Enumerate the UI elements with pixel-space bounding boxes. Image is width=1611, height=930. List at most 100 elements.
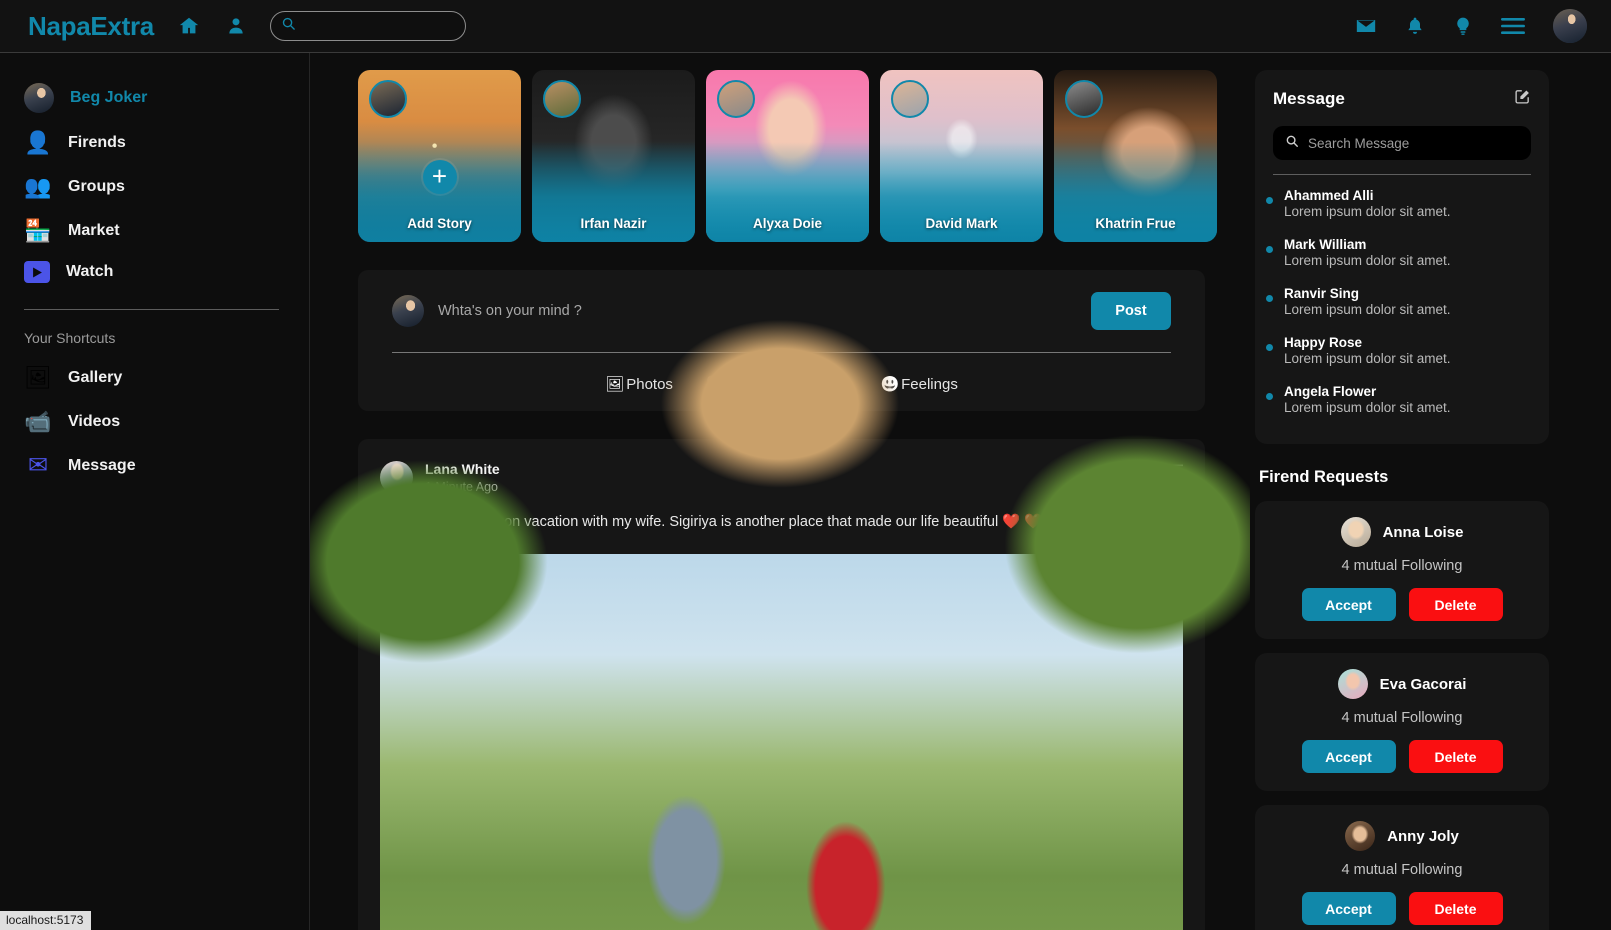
conversation-text: Mark William Lorem ipsum dolor sit amet. — [1284, 237, 1451, 268]
delete-button[interactable]: Delete — [1408, 892, 1503, 925]
sidebar-item-firends[interactable]: 👤 Firends — [0, 121, 309, 165]
sidebar-item-message[interactable]: ✉ Message — [0, 444, 309, 488]
conversation-item[interactable]: Ahammed Alli Lorem ipsum dolor sit amet. — [1265, 179, 1531, 228]
search-input[interactable] — [302, 19, 455, 33]
avatar — [1065, 80, 1103, 118]
conversation-item[interactable]: Mark William Lorem ipsum dolor sit amet. — [1265, 228, 1531, 277]
accept-button[interactable]: Accept — [1301, 588, 1396, 621]
main-feed: + Add Story Irfan Nazir Alyxa Doie David… — [310, 53, 1250, 930]
online-status-dot — [1265, 293, 1274, 303]
sidebar-item-market[interactable]: 🏪 Market — [0, 209, 309, 253]
right-panel: Message Ahammed Alli — [1250, 53, 1611, 930]
sidebar-item-groups[interactable]: 👥 Groups — [0, 165, 309, 209]
message-search[interactable] — [1273, 126, 1531, 160]
mail-icon[interactable] — [1355, 15, 1377, 37]
message-icon: ✉ — [27, 452, 49, 479]
friend-request-mutual: 4 mutual Following — [1341, 558, 1463, 574]
conversation-preview: Lorem ipsum dolor sit amet. — [1284, 400, 1451, 415]
avatar[interactable] — [1337, 669, 1368, 699]
conversation-preview: Lorem ipsum dolor sit amet. — [1284, 351, 1451, 366]
sidebar-item-label: Market — [68, 222, 120, 239]
message-panel-header: Message — [1273, 88, 1531, 110]
sidebar-item-gallery[interactable]: 🖼 Gallery — [0, 356, 309, 400]
accept-button[interactable]: Accept — [1301, 740, 1396, 773]
videos-icon: 📹 — [24, 409, 52, 434]
sidebar-item-label: Watch — [66, 263, 114, 280]
bell-icon[interactable] — [1405, 15, 1425, 37]
avatar[interactable] — [1345, 821, 1376, 851]
friend-request-name: Eva Gacorai — [1379, 675, 1467, 693]
friend-request-actions: Accept Delete — [1271, 740, 1533, 773]
delete-button[interactable]: Delete — [1408, 740, 1503, 773]
add-story-plus-icon[interactable]: + — [422, 160, 457, 194]
home-icon[interactable] — [178, 15, 200, 37]
conversation-text: Ranvir Sing Lorem ipsum dolor sit amet. — [1284, 286, 1451, 317]
profile-icon[interactable] — [226, 16, 246, 36]
conversation-item[interactable]: Happy Rose Lorem ipsum dolor sit amet. — [1265, 326, 1531, 375]
avatar — [369, 80, 407, 118]
shortcuts-heading: Your Shortcuts — [24, 330, 116, 346]
sidebar-item-profile[interactable]: Beg Joker — [0, 75, 309, 121]
delete-button[interactable]: Delete — [1408, 588, 1503, 621]
conversation-text: Ahammed Alli Lorem ipsum dolor sit amet. — [1284, 188, 1451, 219]
story-label: David Mark — [925, 216, 998, 231]
groups-icon: 👥 — [24, 174, 52, 199]
menu-icon[interactable] — [1501, 17, 1525, 35]
message-search-input[interactable] — [1308, 135, 1519, 151]
friend-request-header: Eva Gacorai — [1271, 669, 1533, 699]
conversation-name: Angela Flower — [1284, 384, 1377, 399]
search-icon — [1285, 134, 1299, 153]
conversation-item[interactable]: Angela Flower Lorem ipsum dolor sit amet… — [1265, 375, 1531, 424]
sidebar-item-label: Gallery — [68, 369, 123, 386]
story-label: Alyxa Doie — [752, 216, 823, 231]
story-label: Add Story — [407, 216, 472, 231]
friend-request-mutual: 4 mutual Following — [1341, 862, 1463, 878]
conversation-item[interactable]: Ranvir Sing Lorem ipsum dolor sit amet. — [1265, 277, 1531, 326]
conversation-preview: Lorem ipsum dolor sit amet. — [1284, 253, 1451, 268]
gallery-icon: 🖼 — [24, 365, 52, 390]
friend-request-mutual: 4 mutual Following — [1341, 710, 1463, 726]
avatar — [717, 80, 755, 118]
online-status-dot — [1265, 244, 1274, 254]
global-search[interactable] — [269, 11, 466, 41]
avatar[interactable] — [1340, 517, 1371, 547]
story-label: Khatrin Frue — [1095, 216, 1176, 231]
feed-post: Lana White 1 Minute Ago Came to Sri Lank… — [310, 53, 1250, 930]
conversation-preview: Lorem ipsum dolor sit amet. — [1284, 204, 1451, 219]
post-image[interactable] — [310, 53, 1250, 930]
avatar — [24, 83, 54, 113]
online-status-dot — [1265, 195, 1274, 205]
sidebar-item-label: Groups — [68, 178, 125, 195]
friend-request-header: Anna Loise — [1271, 517, 1533, 547]
sidebar-item-videos[interactable]: 📹 Videos — [0, 400, 309, 444]
market-icon: 🏪 — [24, 218, 52, 243]
search-icon — [281, 16, 296, 36]
sidebar-item-watch[interactable]: Watch — [0, 253, 309, 291]
conversation-text: Happy Rose Lorem ipsum dolor sit amet. — [1284, 335, 1451, 366]
conversation-preview: Lorem ipsum dolor sit amet. — [1284, 302, 1451, 317]
sidebar-profile-name: Beg Joker — [70, 89, 148, 106]
message-divider — [1273, 174, 1531, 175]
compose-icon[interactable] — [1514, 88, 1531, 110]
conversation-text: Angela Flower Lorem ipsum dolor sit amet… — [1284, 384, 1451, 415]
online-status-dot — [1265, 391, 1274, 401]
conversation-name: Ahammed Alli — [1284, 188, 1374, 203]
sidebar-item-label: Message — [68, 457, 136, 474]
bulb-icon[interactable] — [1453, 15, 1473, 37]
left-sidebar: Beg Joker 👤 Firends 👥 Groups 🏪 Market Wa… — [0, 53, 310, 930]
friend-request-actions: Accept Delete — [1271, 892, 1533, 925]
friend-request-name: Anny Joly — [1387, 827, 1459, 845]
top-header: NapaExtra — [0, 0, 1611, 53]
friend-request-card: Eva Gacorai 4 mutual Following Accept De… — [1255, 653, 1549, 791]
friend-request-actions: Accept Delete — [1271, 588, 1533, 621]
brand-logo[interactable]: NapaExtra — [28, 11, 154, 42]
conversation-name: Happy Rose — [1284, 335, 1363, 350]
conversation-name: Ranvir Sing — [1284, 286, 1360, 301]
message-panel-title: Message — [1273, 89, 1345, 108]
avatar — [891, 80, 929, 118]
avatar[interactable] — [1553, 9, 1587, 43]
friend-request-header: Anny Joly — [1271, 821, 1533, 851]
friend-requests-heading: Firend Requests — [1259, 468, 1389, 486]
accept-button[interactable]: Accept — [1301, 892, 1396, 925]
online-status-dot — [1265, 342, 1274, 352]
